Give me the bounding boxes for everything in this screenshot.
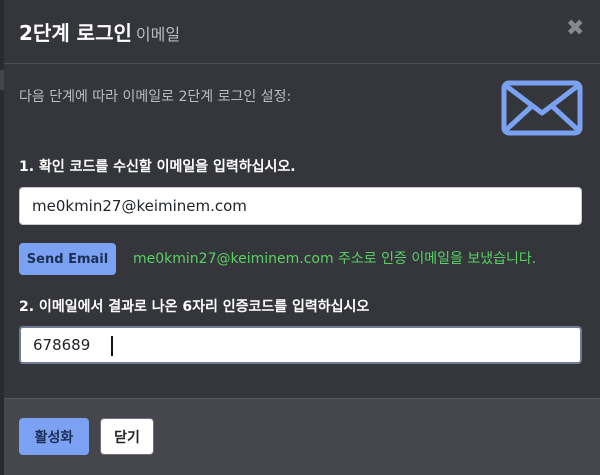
email-input[interactable] (19, 187, 582, 225)
two-step-login-modal: 2단계 로그인 이메일 ✖ 다음 단계에 따라 이메일로 2단계 로그인 설정: … (4, 0, 600, 475)
modal-title-text: 2단계 로그인 (19, 21, 132, 45)
verification-code-input[interactable] (19, 326, 582, 364)
modal-footer: 활성화 닫기 (4, 398, 600, 475)
close-icon[interactable]: ✖ (566, 16, 584, 42)
email-sent-message: me0kmin27@keiminem.com 주소로 인증 이메일을 보냈습니다… (133, 251, 537, 267)
text-caret (111, 336, 113, 356)
send-email-button[interactable]: Send Email (19, 243, 116, 275)
modal-title: 2단계 로그인 이메일 (19, 17, 180, 46)
modal-header: 2단계 로그인 이메일 ✖ (4, 0, 600, 64)
intro-text: 다음 단계에 따라 이메일로 2단계 로그인 설정: (19, 89, 292, 105)
activate-button[interactable]: 활성화 (19, 418, 89, 455)
close-button[interactable]: 닫기 (100, 418, 154, 455)
step2-label: 2. 이메일에서 결과로 나온 6자리 인증코드를 입력하십시오 (19, 299, 370, 315)
envelope-icon (501, 80, 583, 136)
modal-subtitle: 이메일 (135, 25, 181, 44)
step1-label: 1. 확인 코드를 수신할 이메일을 입력하십시오. (19, 159, 296, 175)
